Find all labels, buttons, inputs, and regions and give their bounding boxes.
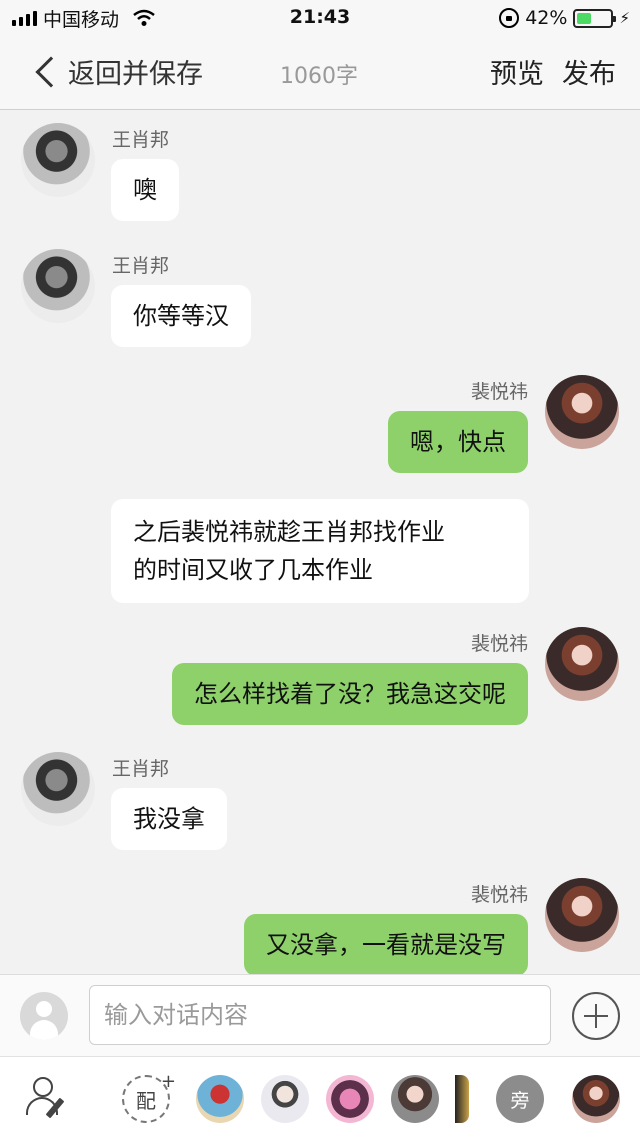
sender-name: 王肖邦 — [112, 758, 170, 780]
match-plus-icon: + — [160, 1071, 176, 1092]
user-avatar-icon[interactable] — [20, 992, 68, 1040]
chat-area[interactable]: 王肖邦 噢 王肖邦 你等等汉 裴悦祎 嗯，快点 之后裴悦祎就趁王肖邦找作业 的时… — [0, 111, 640, 974]
preview-button[interactable]: 预览 — [490, 52, 544, 91]
status-right: 42% ⚡ — [499, 6, 630, 30]
back-save-label: 返回并保存 — [68, 59, 203, 90]
input-bar — [0, 974, 640, 1056]
avatar-wang[interactable] — [21, 123, 95, 197]
role-toolbar: 配 + 旁 — [0, 1056, 640, 1139]
nav-actions: 预览 发布 — [490, 52, 616, 91]
narration-message: 之后裴悦祎就趁王肖邦找作业 的时间又收了几本作业 — [0, 499, 640, 605]
message-left: 王肖邦 你等等汉 — [0, 237, 640, 357]
status-bar: 中国移动 21:43 42% ⚡ — [0, 0, 640, 36]
add-button[interactable] — [572, 992, 620, 1040]
message-right: 裴悦祎 怎么样找着了没？我急这交呢 — [0, 615, 640, 735]
narration-line: 之后裴悦祎就趁王肖邦找作业 — [133, 518, 445, 546]
dialogue-input[interactable] — [89, 985, 551, 1045]
sender-name: 王肖邦 — [112, 129, 170, 151]
message-bubble[interactable]: 噢 — [111, 159, 179, 221]
avatar-pei[interactable] — [545, 878, 619, 952]
sender-name: 裴悦祎 — [470, 381, 528, 403]
message-bubble[interactable]: 我没拿 — [111, 788, 227, 850]
word-count: 1060字 — [280, 64, 358, 89]
message-bubble[interactable]: 又没拿，一看就是没写 — [244, 914, 528, 974]
message-right: 裴悦祎 嗯，快点 — [0, 363, 640, 483]
role-avatar-partial[interactable] — [455, 1075, 469, 1123]
message-bubble[interactable]: 嗯，快点 — [388, 411, 528, 473]
narration-line: 的时间又收了几本作业 — [133, 556, 373, 584]
edit-roles-icon[interactable] — [22, 1075, 70, 1123]
battery-percent: 42% — [525, 7, 568, 29]
battery-level — [577, 12, 591, 24]
message-left: 王肖邦 噢 — [0, 111, 640, 231]
nav-bar: 返回并保存 1060字 预览 发布 — [0, 36, 640, 110]
publish-button[interactable]: 发布 — [562, 52, 616, 91]
role-avatar[interactable] — [196, 1075, 244, 1123]
chevron-left-icon — [35, 55, 67, 88]
sender-name: 裴悦祎 — [470, 884, 528, 906]
message-bubble[interactable]: 你等等汉 — [111, 285, 251, 347]
avatar-pei[interactable] — [545, 627, 619, 701]
message-right: 裴悦祎 又没拿，一看就是没写 — [0, 866, 640, 974]
rotation-lock-icon — [499, 8, 520, 28]
sender-name: 王肖邦 — [112, 255, 170, 277]
back-save-button[interactable]: 返回并保存 — [30, 52, 203, 91]
message-bubble[interactable]: 怎么样找着了没？我急这交呢 — [172, 663, 528, 725]
charging-bolt-icon: ⚡ — [619, 9, 630, 27]
avatar-wang[interactable] — [21, 752, 95, 826]
narrator-label: 旁 — [510, 1089, 530, 1112]
match-label: 配 — [136, 1088, 156, 1113]
message-left: 王肖邦 我没拿 — [0, 740, 640, 860]
role-avatar[interactable] — [261, 1075, 309, 1123]
narration-bubble[interactable]: 之后裴悦祎就趁王肖邦找作业 的时间又收了几本作业 — [111, 499, 529, 603]
sender-name: 裴悦祎 — [470, 633, 528, 655]
role-avatar[interactable] — [326, 1075, 374, 1123]
avatar-wang[interactable] — [21, 249, 95, 323]
match-button[interactable]: 配 + — [122, 1071, 176, 1123]
battery-icon — [573, 8, 617, 28]
narrator-button[interactable]: 旁 — [496, 1075, 544, 1123]
avatar-pei[interactable] — [545, 375, 619, 449]
role-avatar[interactable] — [391, 1075, 439, 1123]
role-avatar[interactable] — [572, 1075, 620, 1123]
